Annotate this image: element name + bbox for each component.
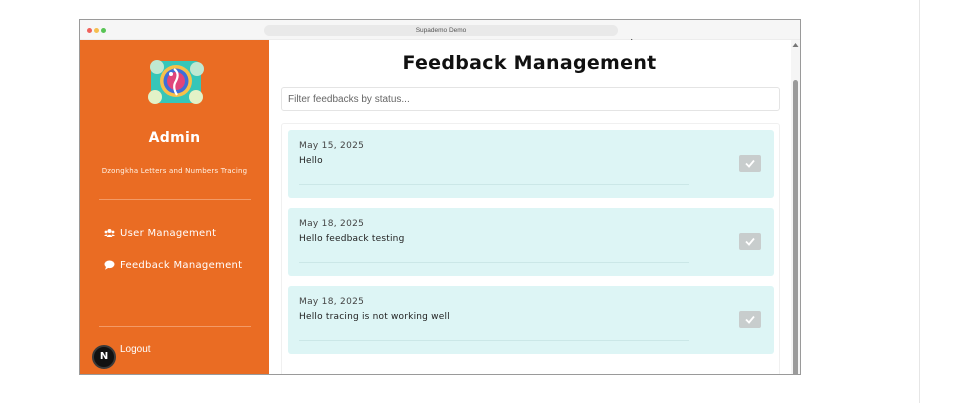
feedback-message: Hello tracing is not working well [299,312,450,322]
sidebar-subtitle: Dzongkha Letters and Numbers Tracing [101,167,248,175]
sidebar-item-label: Feedback Management [120,259,243,271]
close-window-button[interactable] [87,28,92,33]
check-icon [745,237,755,246]
scrollbar-thumb[interactable] [793,80,798,374]
tracing-app-logo-icon [148,60,204,104]
address-bar[interactable]: Supademo Demo [264,25,618,36]
check-icon [745,159,755,168]
window-titlebar: Supademo Demo [80,20,800,40]
minimize-window-button[interactable] [94,28,99,33]
feedback-card: May 15, 2025 Hello [288,130,774,198]
sidebar: Admin Dzongkha Letters and Numbers Traci… [80,40,269,374]
maximize-window-button[interactable] [101,28,106,33]
feedback-card: May 18, 2025 Hello feedback testing [288,208,774,276]
sidebar-item-label: User Management [120,227,217,239]
logout-button[interactable]: Logout [120,344,151,355]
card-divider [299,184,689,185]
sidebar-item-feedback-management[interactable]: Feedback Management [104,258,242,272]
feedback-list: May 15, 2025 Hello May 18, 2025 Hello fe… [281,123,780,374]
mark-resolved-button[interactable] [739,311,761,328]
scroll-up-icon[interactable] [792,42,799,48]
sidebar-item-user-management[interactable]: User Management [104,226,216,240]
sidebar-divider [99,199,251,200]
page-title: Feedback Management [402,52,657,74]
mark-resolved-button[interactable] [739,155,761,172]
sidebar-title: Admin [148,130,201,146]
avatar[interactable]: N [92,345,116,369]
card-divider [299,340,689,341]
feedback-message: Hello [299,156,323,166]
comment-icon [104,260,115,270]
feedback-date: May 18, 2025 [299,219,365,229]
feedback-message: Hello feedback testing [299,234,405,244]
feedback-card: May 18, 2025 Hello tracing is not workin… [288,286,774,354]
feedback-date: May 15, 2025 [299,141,365,151]
browser-window: Supademo Demo Admin Dzongkha Letters and… [79,19,801,375]
page: Supademo Demo Admin Dzongkha Letters and… [0,0,962,403]
check-icon [745,315,755,324]
scrollbar[interactable] [791,40,800,374]
divider [919,0,920,403]
filter-input[interactable] [281,87,780,111]
main-content: Feedback Management May 15, 2025 Hello M… [269,40,790,374]
sidebar-divider [99,326,251,327]
feedback-date: May 18, 2025 [299,297,365,307]
mark-resolved-button[interactable] [739,233,761,250]
users-icon [104,229,115,237]
card-divider [299,262,689,263]
